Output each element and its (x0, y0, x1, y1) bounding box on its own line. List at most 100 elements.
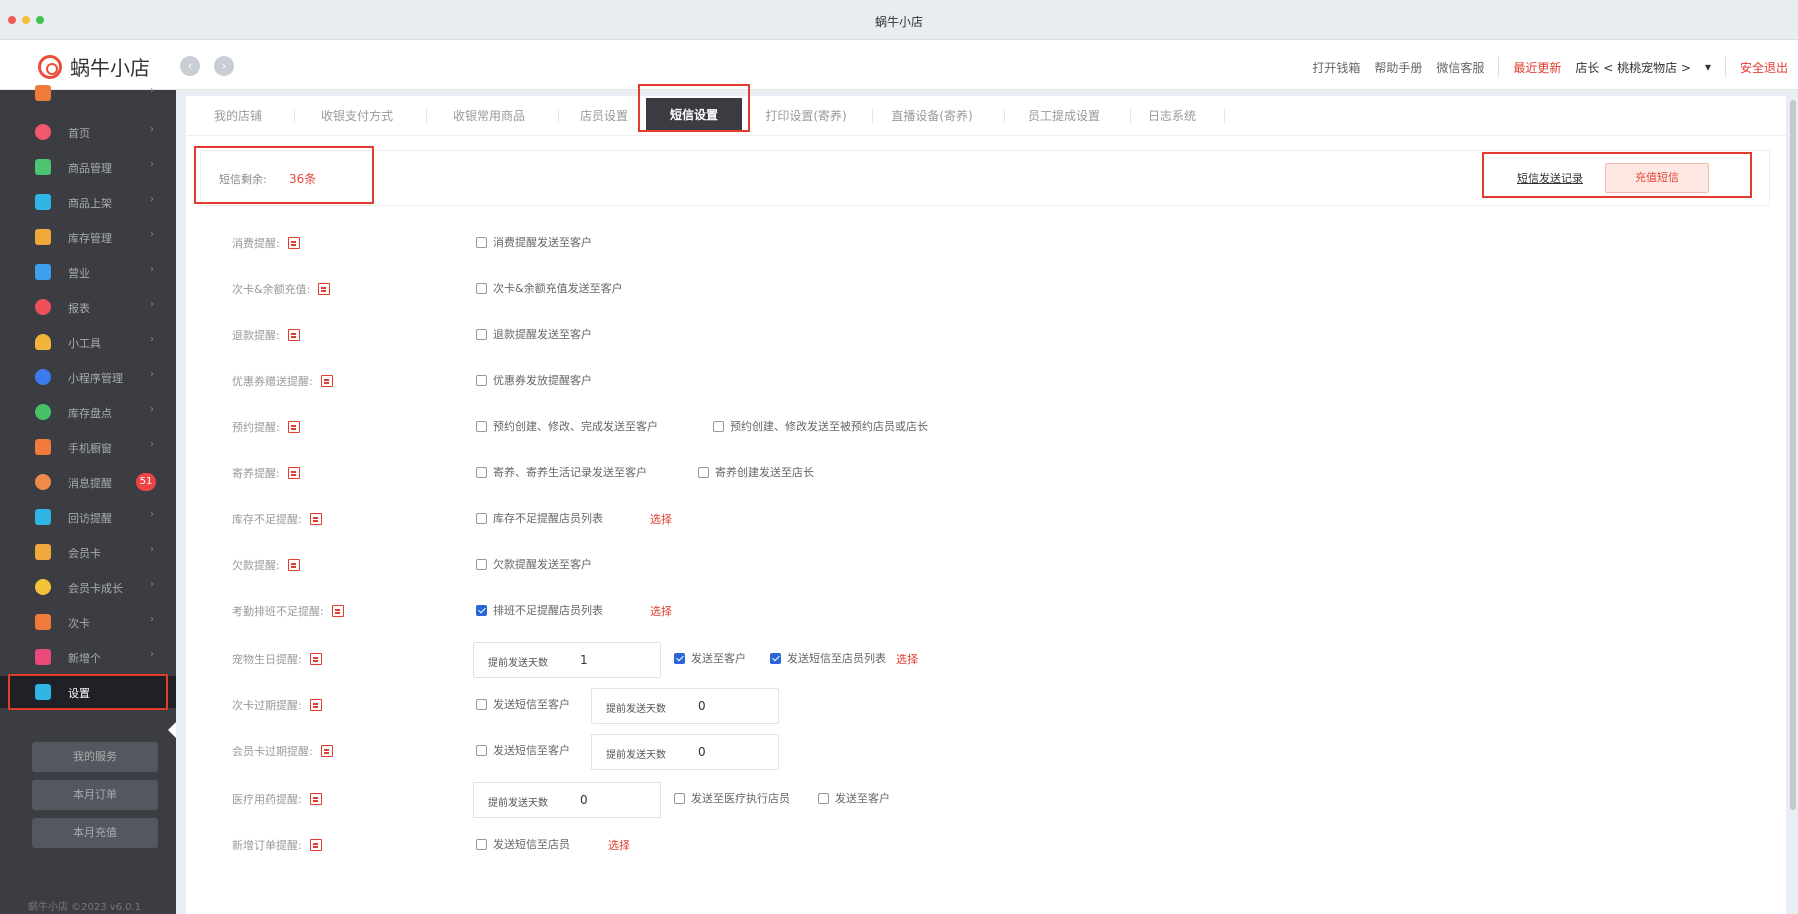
row-label: 新增订单提醒: (232, 837, 322, 853)
sidebar-item-goods[interactable]: 商品管理 › (0, 152, 176, 182)
checkbox[interactable] (818, 792, 829, 804)
open-cashbox-link[interactable]: 打开钱箱 (1312, 59, 1360, 76)
sidebar-item-report[interactable]: 报表 › (0, 292, 176, 322)
tab-log-system[interactable]: 日志系统 (1140, 96, 1204, 136)
checkbox[interactable] (476, 328, 487, 340)
sms-template-icon[interactable] (320, 745, 333, 757)
option-checkbox[interactable]: 优惠券发放提醒客户 (476, 372, 592, 388)
sms-template-icon[interactable] (309, 513, 322, 525)
sidebar-item-phone[interactable]: 手机橱窗 › (0, 432, 176, 462)
sidebar-item-top[interactable]: › (0, 78, 176, 108)
growth-icon (35, 579, 51, 595)
sms-template-icon[interactable] (318, 283, 331, 295)
option-checkbox[interactable]: 发送短信至店员列表 (770, 650, 886, 666)
option-checkbox[interactable]: 寄养、寄养生活记录发送至客户 (476, 464, 647, 480)
sidebar-item-shelf[interactable]: 商品上架 › (0, 187, 176, 217)
advance-days-input[interactable]: 提前发送天数 0 (591, 734, 779, 770)
sidebar-item-inventory[interactable]: 库存盘点 › (0, 397, 176, 427)
logout-link[interactable]: 安全退出 (1740, 59, 1788, 76)
checkbox[interactable] (476, 282, 487, 294)
option-checkbox[interactable]: 发送短信至客户 (476, 696, 570, 712)
checkbox[interactable] (476, 466, 487, 478)
forward-button[interactable]: › (214, 56, 234, 76)
option-checkbox[interactable]: 次卡&余额充值发送至客户 (476, 280, 623, 296)
tab-my-store[interactable]: 我的店铺 (206, 96, 270, 136)
option-checkbox[interactable]: 预约创建、修改发送至被预约店员或店长 (713, 418, 928, 434)
tab-common-goods[interactable]: 收银常用商品 (444, 96, 534, 136)
sms-template-icon[interactable] (287, 421, 300, 433)
monthly-recharge-button[interactable]: 本月充值 (32, 818, 158, 848)
sms-template-icon[interactable] (309, 839, 322, 851)
recent-updates-link[interactable]: 最近更新 (1513, 59, 1561, 76)
option-checkbox[interactable]: 寄养创建发送至店长 (698, 464, 814, 480)
sms-template-icon[interactable] (287, 467, 300, 479)
checkbox[interactable] (674, 792, 685, 804)
checkbox-checked[interactable] (476, 604, 487, 616)
select-staff-link[interactable]: 选择 (650, 603, 672, 619)
option-checkbox[interactable]: 预约创建、修改、完成发送至客户 (476, 418, 658, 434)
checkbox[interactable] (476, 236, 487, 248)
option-checkbox[interactable]: 欠款提醒发送至客户 (476, 556, 592, 572)
checkbox-checked[interactable] (770, 652, 781, 664)
sms-template-icon[interactable] (287, 329, 300, 341)
sms-template-icon[interactable] (309, 793, 322, 805)
option-checkbox[interactable]: 发送短信至客户 (476, 742, 570, 758)
store-selector[interactable]: 店长 < 桃桃宠物店 > (1575, 59, 1691, 76)
advance-days-input[interactable]: 提前发送天数 0 (473, 782, 661, 818)
advance-days-input[interactable]: 提前发送天数 0 (591, 688, 779, 724)
option-checkbox[interactable]: 发送至客户 (674, 650, 746, 666)
checkbox[interactable] (476, 698, 487, 710)
sms-template-icon[interactable] (331, 605, 344, 617)
row-label: 次卡过期提醒: (232, 697, 322, 713)
monthly-orders-button[interactable]: 本月订单 (32, 780, 158, 810)
tab-print-settings[interactable]: 打印设置(寄养) (756, 96, 856, 136)
checkbox[interactable] (476, 744, 487, 756)
checkbox[interactable] (476, 838, 487, 850)
select-staff-link[interactable]: 选择 (608, 837, 630, 853)
tab-payment-methods[interactable]: 收银支付方式 (312, 96, 402, 136)
sms-template-icon[interactable] (287, 237, 300, 249)
option-checkbox[interactable]: 消费提醒发送至客户 (476, 234, 592, 250)
option-checkbox[interactable]: 库存不足提醒店员列表 (476, 510, 603, 526)
option-checkbox[interactable]: 发送至客户 (818, 790, 890, 806)
sidebar-item-home[interactable]: 首页 › (0, 117, 176, 147)
option-checkbox[interactable]: 退款提醒发送至客户 (476, 326, 592, 342)
sidebar-item-stock[interactable]: 库存管理 › (0, 222, 176, 252)
option-checkbox[interactable]: 发送至医疗执行店员 (674, 790, 790, 806)
my-service-button[interactable]: 我的服务 (32, 742, 158, 772)
select-staff-link[interactable]: 选择 (896, 651, 918, 667)
tab-commission-settings[interactable]: 员工提成设置 (1016, 96, 1112, 136)
row-label: 医疗用药提醒: (232, 791, 322, 807)
scrollbar[interactable] (1790, 100, 1796, 810)
chevron-down-icon[interactable]: ▾ (1705, 60, 1711, 74)
select-staff-link[interactable]: 选择 (650, 511, 672, 527)
option-checkbox[interactable]: 发送短信至店员 (476, 836, 570, 852)
sidebar-item-revisit[interactable]: 回访提醒 › (0, 502, 176, 532)
sidebar-item-times-card[interactable]: 次卡 › (0, 607, 176, 637)
checkbox[interactable] (713, 420, 724, 432)
checkbox[interactable] (698, 466, 709, 478)
checkbox-checked[interactable] (674, 652, 685, 664)
checkbox[interactable] (476, 512, 487, 524)
sidebar-item-message[interactable]: 消息提醒 51 (0, 467, 176, 497)
tab-live-devices[interactable]: 直播设备(寄养) (880, 96, 984, 136)
sms-template-icon[interactable] (309, 653, 322, 665)
checkbox[interactable] (476, 558, 487, 570)
checkbox[interactable] (476, 420, 487, 432)
sidebar-item-add[interactable]: 新增个 › (0, 642, 176, 672)
sms-template-icon[interactable] (320, 375, 333, 387)
sidebar-item-miniapp[interactable]: 小程序管理 › (0, 362, 176, 392)
wechat-service-link[interactable]: 微信客服 (1436, 59, 1484, 76)
sms-template-icon[interactable] (309, 699, 322, 711)
sidebar-item-growth[interactable]: 会员卡成长 › (0, 572, 176, 602)
option-checkbox[interactable]: 排班不足提醒店员列表 (476, 602, 603, 618)
sidebar-item-card[interactable]: 会员卡 › (0, 537, 176, 567)
advance-days-input[interactable]: 提前发送天数 1 (473, 642, 661, 678)
checkbox[interactable] (476, 374, 487, 386)
back-button[interactable]: ‹ (180, 56, 200, 76)
sidebar-item-tools[interactable]: 小工具 › (0, 327, 176, 357)
help-manual-link[interactable]: 帮助手册 (1374, 59, 1422, 76)
sidebar-item-business[interactable]: 营业 › (0, 257, 176, 287)
tab-staff-settings[interactable]: 店员设置 (572, 96, 636, 136)
sms-template-icon[interactable] (287, 559, 300, 571)
